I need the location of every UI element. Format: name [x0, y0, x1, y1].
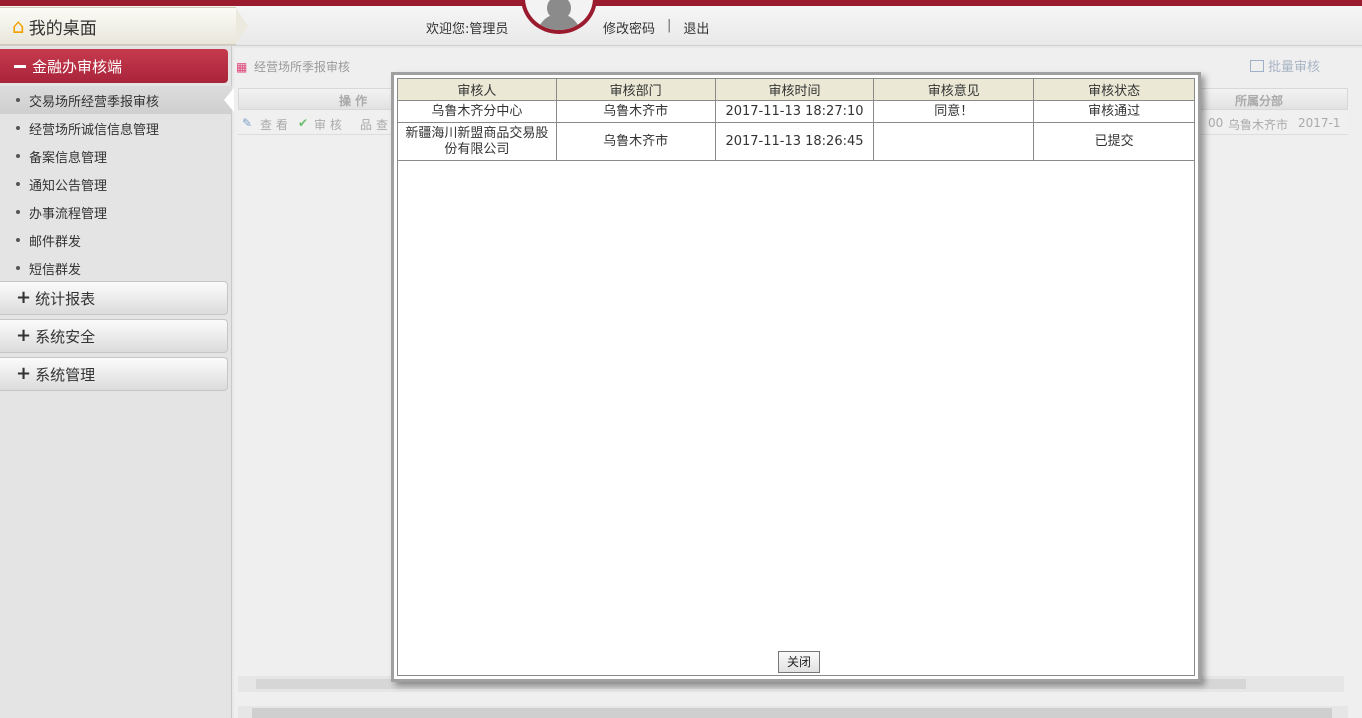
cell-time: 2017-11-13 18:26:45	[714, 122, 875, 161]
grid-icon: ▦	[236, 59, 248, 74]
sidebar-item-label: 办事流程管理	[29, 206, 108, 222]
header-accent-line	[0, 0, 1362, 6]
col-header-ops: 操 作	[339, 94, 368, 108]
cell-status: 已提交	[1033, 122, 1195, 161]
sidebar-item-mass-sms[interactable]: 短信群发	[0, 254, 232, 282]
cell-time: 2017-11-13 18:27:10	[714, 100, 875, 123]
tree-icon: 品	[360, 118, 373, 132]
top-header: ⌂ 我的桌面 欢迎您:管理员 修改密码 | 退出	[0, 0, 1362, 46]
col-time: 审核时间	[714, 78, 875, 101]
table-header-row: 审核人 审核部门 审核时间 审核意见 审核状态	[397, 78, 1195, 101]
bullet-icon	[16, 266, 20, 270]
change-password-link[interactable]: 修改密码	[603, 18, 655, 37]
col-auditor: 审核人	[397, 78, 557, 101]
expand-icon: +	[16, 287, 32, 308]
section-label: 统计报表	[35, 289, 96, 308]
cell-department: 乌鲁木齐市	[555, 100, 716, 123]
more-link[interactable]: 查	[376, 116, 388, 133]
cell-number: 00	[1208, 116, 1224, 130]
cell-opinion: 同意！	[873, 100, 1035, 123]
sidebar-subitems: 交易场所经营季报审核 经营场所诚信信息管理 备案信息管理 通知公告管理 办事流程…	[0, 86, 234, 282]
breadcrumb: ▦ 经营场所季报审核	[236, 58, 350, 75]
bullet-icon	[16, 210, 20, 214]
audit-link[interactable]: 审 核	[314, 116, 342, 133]
section-label: 金融办审核端	[32, 57, 123, 76]
sidebar-item-process[interactable]: 办事流程管理	[0, 198, 232, 226]
link-separator: |	[667, 18, 672, 33]
col-status: 审核状态	[1033, 78, 1195, 101]
sidebar-item-label: 短信群发	[29, 262, 82, 278]
cell-auditor: 新疆海川新盟商品交易股份有限公司	[397, 122, 557, 161]
bullet-icon	[16, 98, 20, 102]
cell-auditor: 乌鲁木齐分中心	[397, 100, 557, 123]
batch-audit-button[interactable]: 批量审核	[1249, 56, 1320, 75]
sidebar-item-label: 邮件群发	[29, 234, 82, 250]
collapse-icon	[14, 64, 26, 68]
sidebar-section-system[interactable]: + 系统管理	[0, 357, 228, 391]
sidebar-item-mass-mail[interactable]: 邮件群发	[0, 226, 232, 254]
desk-label: 我的桌面	[28, 18, 97, 39]
cell-date: 2017-1	[1298, 116, 1341, 130]
close-button[interactable]: 关闭	[778, 651, 820, 673]
sidebar-item-quarterly-audit[interactable]: 交易场所经营季报审核	[0, 86, 234, 114]
bullet-icon	[16, 126, 20, 130]
table-row: 新疆海川新盟商品交易股份有限公司 乌鲁木齐市 2017-11-13 18:26:…	[397, 122, 1195, 161]
bullet-icon	[16, 238, 20, 242]
section-label: 系统安全	[35, 327, 96, 346]
batch-label: 批量审核	[1267, 60, 1320, 75]
cell-department: 乌鲁木齐市	[555, 122, 716, 161]
breadcrumb-label: 经营场所季报审核	[254, 60, 351, 74]
sidebar-section-security[interactable]: + 系统安全	[0, 319, 228, 353]
copy-icon	[1249, 59, 1264, 72]
edit-icon: ✎	[242, 116, 253, 130]
sidebar-item-notices[interactable]: 通知公告管理	[0, 170, 232, 198]
logout-link[interactable]: 退出	[683, 18, 709, 37]
view-link[interactable]: 查 看	[260, 116, 288, 133]
col-opinion: 审核意见	[873, 78, 1035, 101]
expand-icon: +	[16, 325, 32, 346]
cell-opinion	[873, 122, 1035, 161]
sidebar-section-finance-audit[interactable]: 金融办审核端	[0, 49, 228, 83]
sidebar-item-integrity[interactable]: 经营场所诚信信息管理	[0, 114, 232, 142]
sidebar-item-label: 通知公告管理	[29, 178, 108, 194]
sidebar-section-reports[interactable]: + 统计报表	[0, 281, 228, 315]
check-icon: ✔	[298, 116, 309, 130]
dialog-frame	[397, 78, 1195, 676]
sidebar-item-filing[interactable]: 备案信息管理	[0, 142, 232, 170]
sidebar-item-label: 经营场所诚信信息管理	[29, 122, 160, 138]
audit-history-dialog: 审核人 审核部门 审核时间 审核意见 审核状态 乌鲁木齐分中心 乌鲁木齐市 20…	[391, 72, 1201, 682]
table-row: 乌鲁木齐分中心 乌鲁木齐市 2017-11-13 18:27:10 同意！ 审核…	[397, 100, 1195, 123]
user-avatar-icon	[521, 0, 597, 34]
welcome-text: 欢迎您:管理员	[426, 22, 509, 37]
sidebar-item-label: 交易场所经营季报审核	[29, 94, 160, 110]
col-header-branch: 所属分部	[1235, 94, 1284, 108]
col-department: 审核部门	[555, 78, 716, 101]
cell-branch: 乌鲁木齐市	[1228, 118, 1289, 132]
home-icon: ⌂	[12, 14, 25, 38]
page-horizontal-scrollbar[interactable]	[238, 706, 1348, 718]
expand-icon: +	[16, 363, 32, 384]
sidebar: 金融办审核端 交易场所经营季报审核 经营场所诚信信息管理 备案信息管理 通知公告…	[0, 46, 234, 718]
sidebar-item-label: 备案信息管理	[29, 150, 108, 166]
audit-history-table: 审核人 审核部门 审核时间 审核意见 审核状态 乌鲁木齐分中心 乌鲁木齐市 20…	[397, 78, 1195, 161]
my-desk-tab[interactable]: ⌂ 我的桌面	[0, 7, 248, 45]
cell-status: 审核通过	[1033, 100, 1195, 123]
header-links: 修改密码 | 退出	[603, 18, 709, 37]
bullet-icon	[16, 182, 20, 186]
bullet-icon	[16, 154, 20, 158]
section-label: 系统管理	[35, 365, 96, 384]
